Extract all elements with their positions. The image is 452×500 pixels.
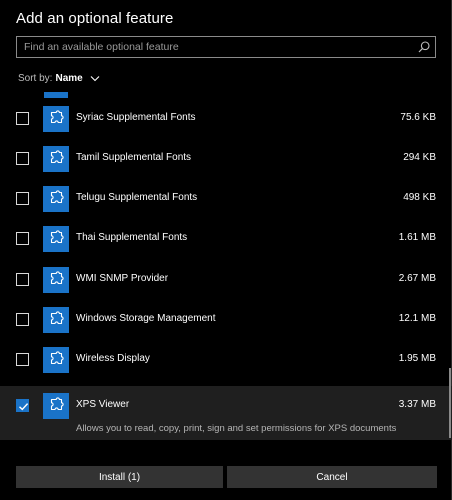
feature-checkbox[interactable] <box>16 192 29 205</box>
feature-row[interactable]: Syriac Supplemental Fonts 75.6 KB <box>0 99 452 139</box>
feature-name: XPS Viewer <box>76 399 130 410</box>
feature-row[interactable]: Windows Storage Management 12.1 MB <box>0 300 452 340</box>
feature-size: 75.6 KB <box>400 112 436 123</box>
feature-checkbox[interactable] <box>16 353 29 366</box>
install-button[interactable]: Install (1) <box>16 466 223 488</box>
feature-row[interactable]: Thai Supplemental Fonts 1.61 MB <box>0 219 452 259</box>
feature-size: 3.37 MB <box>398 399 436 410</box>
feature-row[interactable]: Tamil Supplemental Fonts 294 KB <box>0 139 452 179</box>
feature-size: 1.95 MB <box>398 353 436 364</box>
feature-checkbox[interactable] <box>16 112 29 125</box>
feature-description: Allows you to read, copy, print, sign an… <box>76 423 397 434</box>
feature-name: Telugu Supplemental Fonts <box>76 192 198 203</box>
feature-name: Thai Supplemental Fonts <box>76 232 188 243</box>
feature-name: Windows Storage Management <box>76 313 216 324</box>
sort-by-value[interactable]: Name <box>55 73 82 84</box>
feature-checkbox[interactable] <box>16 232 29 245</box>
puzzle-piece-icon <box>43 347 69 373</box>
feature-row[interactable]: XPS Viewer 3.37 MB Allows you to read, cop… <box>0 386 452 440</box>
feature-name: WMI SNMP Provider <box>76 273 169 284</box>
scrollbar-thumb[interactable] <box>449 368 451 438</box>
puzzle-piece-icon <box>43 106 69 132</box>
chevron-down-icon[interactable] <box>90 75 100 82</box>
dialog-title: Add an optional feature <box>16 10 174 27</box>
dialog-footer: Install (1) Cancel <box>0 450 452 500</box>
feature-name: Syriac Supplemental Fonts <box>76 112 196 123</box>
sort-by-label: Sort by: <box>18 73 53 84</box>
feature-name: Wireless Display <box>76 353 150 364</box>
feature-size: 1.61 MB <box>398 232 436 243</box>
checkmark-icon <box>19 403 29 411</box>
search-input[interactable] <box>17 37 409 57</box>
scrollbar[interactable] <box>449 92 451 440</box>
feature-size: 294 KB <box>403 152 436 163</box>
feature-size: 12.1 MB <box>398 313 436 324</box>
feature-row[interactable]: Telugu Supplemental Fonts 498 KB <box>0 179 452 219</box>
feature-name: Tamil Supplemental Fonts <box>76 152 192 163</box>
cancel-button[interactable]: Cancel <box>227 466 437 488</box>
feature-row[interactable]: Wireless Display 1.95 MB <box>0 340 452 380</box>
feature-checkbox[interactable] <box>16 152 29 165</box>
feature-checkbox[interactable] <box>16 399 29 412</box>
feature-size: 2.67 MB <box>398 273 436 284</box>
feature-size: 498 KB <box>403 192 436 203</box>
puzzle-piece-icon <box>43 267 69 293</box>
search-icon[interactable] <box>417 40 431 54</box>
feature-list[interactable]: Syriac Supplemental Fonts 75.6 KB Tamil Su… <box>0 92 452 440</box>
feature-checkbox[interactable] <box>16 313 29 326</box>
puzzle-piece-icon <box>43 393 69 419</box>
feature-row[interactable]: WMI SNMP Provider 2.67 MB <box>0 260 452 300</box>
search-box[interactable] <box>16 36 436 58</box>
puzzle-piece-icon <box>43 146 69 172</box>
puzzle-piece-icon <box>44 92 68 98</box>
add-optional-feature-dialog: Add an optional feature Sort by: Name Sy… <box>0 0 452 500</box>
feature-checkbox[interactable] <box>16 273 29 286</box>
puzzle-piece-icon <box>43 307 69 333</box>
sort-by-control[interactable]: Sort by: Name <box>18 73 100 84</box>
puzzle-piece-icon <box>43 226 69 252</box>
puzzle-piece-icon <box>43 186 69 212</box>
